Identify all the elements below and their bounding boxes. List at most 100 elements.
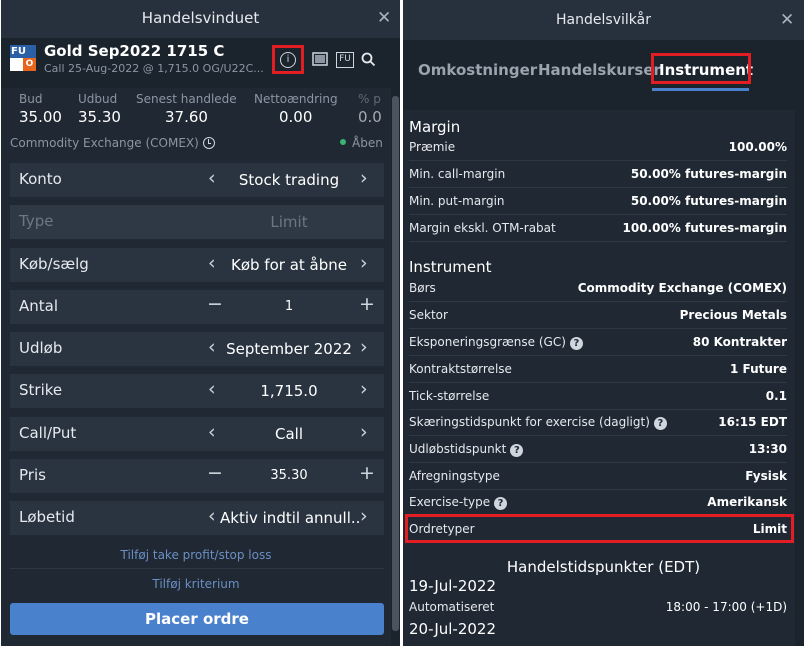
- help-icon[interactable]: ?: [653, 417, 667, 430]
- quote-value: 37.60: [165, 108, 208, 126]
- scrollbar-track[interactable]: [795, 110, 804, 646]
- trading-session-label: Automatiseret: [409, 600, 495, 614]
- kv-value: 1 Future: [729, 362, 787, 376]
- price-input[interactable]: 35.30: [210, 468, 368, 483]
- active-tab-indicator: [652, 88, 749, 91]
- kv-key-text: Udløbstidspunkt: [409, 442, 507, 456]
- chart-icon[interactable]: [312, 51, 328, 67]
- row-label: Type: [19, 212, 54, 230]
- kv-key-text: Eksponeringsgrænse (GC): [409, 335, 566, 349]
- kv-value: 16:15 EDT: [718, 415, 787, 429]
- kv-row: Sektor Precious Metals: [409, 302, 787, 329]
- row-label: Konto: [19, 170, 62, 188]
- place-order-button[interactable]: Placer ordre: [10, 603, 384, 635]
- close-icon[interactable]: ✕: [780, 10, 794, 30]
- expiry-value[interactable]: September 2022: [210, 340, 368, 358]
- kv-key: Præmie: [409, 140, 456, 154]
- kv-value: Commodity Exchange (COMEX): [577, 281, 787, 295]
- kv-value: 0.1: [765, 389, 787, 403]
- quote-net-change: Nettoændring 0.00: [254, 92, 338, 126]
- quote-label: % p: [358, 92, 381, 106]
- kv-row: Skæringstidspunkt for exercise (dagligt)…: [409, 409, 787, 436]
- help-icon[interactable]: ?: [569, 337, 583, 350]
- kv-key: Skæringstidspunkt for exercise (dagligt)…: [409, 415, 667, 430]
- order-type-value: Limit: [270, 213, 308, 231]
- info-icon[interactable]: i: [280, 52, 296, 68]
- search-icon[interactable]: [361, 52, 376, 67]
- row-label: Pris: [19, 466, 46, 484]
- quote-value: 35.00: [19, 108, 62, 126]
- exchange-name: Commodity Exchange (COMEX): [10, 136, 199, 150]
- quote-value: 0.0: [358, 108, 382, 126]
- row-expiry: Udløb ‹ September 2022 ›: [10, 332, 384, 366]
- kv-key-text: Skæringstidspunkt for exercise (dagligt): [409, 415, 650, 429]
- trading-session-hours: 18:00 - 17:00 (+1D): [665, 600, 787, 614]
- kv-key: Afregningstype: [409, 469, 500, 483]
- call-put-value[interactable]: Call: [210, 425, 368, 443]
- kv-value: 50.00% futures-margin: [630, 194, 787, 208]
- chevron-right-icon[interactable]: ›: [360, 505, 368, 527]
- quote-ask[interactable]: Udbud 35.30: [78, 92, 121, 126]
- quote-bid[interactable]: Bud 35.00: [19, 92, 62, 126]
- quantity-input[interactable]: 1: [210, 299, 368, 314]
- kv-row: Eksponeringsgrænse (GC)? 80 Kontrakter: [409, 329, 787, 356]
- row-price: Pris − 35.30 +: [10, 459, 384, 493]
- kv-key: Margin ekskl. OTM-rabat: [409, 221, 556, 235]
- add-criterion-link[interactable]: Tilføj kriterium: [1, 577, 391, 591]
- kv-row: Præmie 100.00%: [409, 134, 787, 161]
- account-value[interactable]: Stock trading: [210, 171, 368, 189]
- chevron-right-icon[interactable]: ›: [360, 336, 368, 358]
- kv-value: 100.00%: [728, 140, 787, 154]
- row-order-type: Type Limit: [10, 205, 384, 239]
- help-icon[interactable]: ?: [510, 444, 524, 457]
- quote-strip: Bud 35.00 Udbud 35.30 Senest handlede 37…: [1, 88, 391, 133]
- kv-key: Kontraktstørrelse: [409, 362, 512, 376]
- quote-label: Udbud: [78, 92, 118, 106]
- kv-key: Min. call-margin: [409, 167, 506, 181]
- row-quantity: Antal − 1 +: [10, 290, 384, 324]
- row-label: Løbetid: [19, 508, 75, 526]
- kv-row: Kontraktstørrelse 1 Future: [409, 356, 787, 383]
- add-take-profit-stop-loss-link[interactable]: Tilføj take profit/stop loss: [1, 548, 391, 562]
- chevron-right-icon[interactable]: ›: [360, 378, 368, 400]
- instrument-type-icon[interactable]: FU: [336, 52, 354, 68]
- instrument-subtitle: Call 25-Aug-2022 @ 1,715.0 OG/U22C...: [44, 62, 264, 75]
- scrollbar-thumb[interactable]: [392, 96, 399, 631]
- row-strike: Strike ‹ 1,715.0 ›: [10, 374, 384, 408]
- quote-label: Nettoændring: [254, 92, 338, 106]
- chevron-left-icon[interactable]: ‹: [208, 505, 216, 527]
- kv-key: Tick-størrelse: [409, 389, 490, 403]
- buy-sell-value[interactable]: Køb for at åbne: [210, 256, 368, 274]
- section-title-instrument: Instrument: [409, 258, 492, 276]
- clock-icon[interactable]: [202, 137, 215, 149]
- exchange-line: Commodity Exchange (COMEX): [10, 136, 215, 150]
- row-account: Konto ‹ Stock trading ›: [10, 163, 384, 197]
- tab-costs[interactable]: Omkostninger: [418, 61, 537, 79]
- chevron-right-icon[interactable]: ›: [360, 167, 368, 189]
- row-label: Udløb: [19, 339, 63, 357]
- row-call-put: Call/Put ‹ Call ›: [10, 417, 384, 451]
- strike-value[interactable]: 1,715.0: [210, 382, 368, 400]
- plus-icon[interactable]: +: [359, 293, 375, 315]
- plus-icon[interactable]: +: [359, 462, 375, 484]
- market-status-text: Åben: [352, 136, 383, 150]
- kv-value: Fysisk: [745, 469, 787, 483]
- kv-key: Exercise-type?: [409, 495, 508, 510]
- kv-key: Børs: [409, 281, 436, 295]
- duration-value[interactable]: Aktiv indtil annull...: [220, 509, 360, 527]
- row-duration: Løbetid ‹ Aktiv indtil annull... ›: [10, 501, 384, 535]
- kv-row: Margin ekskl. OTM-rabat 100.00% futures-…: [409, 215, 787, 242]
- instrument-name[interactable]: Gold Sep2022 1715 C: [44, 42, 224, 60]
- kv-value: 100.00% futures-margin: [622, 221, 788, 235]
- kv-row: Exercise-type? Amerikansk: [409, 489, 787, 516]
- tab-trading-prices[interactable]: Handelskurser: [538, 61, 661, 79]
- kv-row: Tick-størrelse 0.1: [409, 383, 787, 410]
- quote-last: Senest handlede 37.60: [136, 92, 237, 126]
- quote-value: 35.30: [78, 108, 121, 126]
- futures-option-badge-icon: FU O: [10, 45, 36, 71]
- chevron-right-icon[interactable]: ›: [360, 421, 368, 443]
- chevron-right-icon[interactable]: ›: [360, 252, 368, 274]
- highlight-box-instrument-tab: [651, 53, 751, 84]
- close-icon[interactable]: ✕: [377, 8, 391, 28]
- help-icon[interactable]: ?: [494, 497, 508, 510]
